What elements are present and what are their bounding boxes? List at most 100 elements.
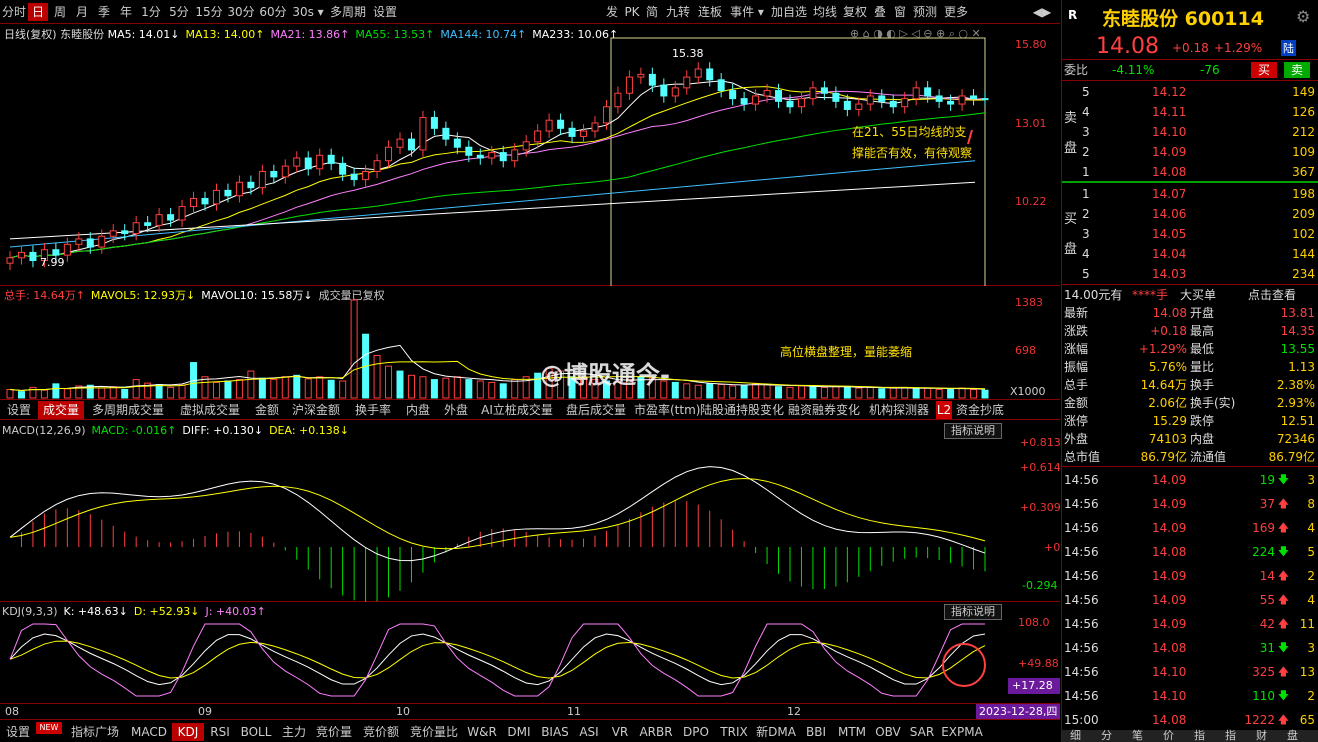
period-13[interactable]: 设置 <box>370 3 400 21</box>
ask-price: 14.11 <box>1152 105 1187 119</box>
volume-bar <box>694 384 702 399</box>
panel-tab-3[interactable]: 价 <box>1163 730 1174 742</box>
volume-bar <box>396 370 404 399</box>
period-8[interactable]: 15分 <box>194 3 224 21</box>
vol-tab-14[interactable]: 机构探测器 <box>864 401 934 419</box>
toolbar-right-12[interactable]: 更多 <box>941 3 971 21</box>
period-6[interactable]: 1分 <box>138 3 164 21</box>
panel-tab-6[interactable]: 财 <box>1256 730 1267 742</box>
period-4[interactable]: 季 <box>94 3 114 21</box>
toolbar-right-5[interactable]: 事件 ▾ <box>727 3 767 21</box>
indicator-tab-19[interactable]: BBI <box>800 723 832 741</box>
panel-tab-7[interactable]: 盘 <box>1287 730 1298 742</box>
indicator-tab-0[interactable]: 设置 <box>2 723 34 741</box>
vol-tab-1[interactable]: 成交量 <box>38 401 84 419</box>
vol-tab-13[interactable]: 融资融券变化 <box>786 401 862 419</box>
toolbar-right-7[interactable]: 均线 <box>811 3 839 21</box>
vol-tab-8[interactable]: 外盘 <box>438 401 474 419</box>
period-5[interactable]: 年 <box>116 3 136 21</box>
vol-tab-2[interactable]: 多周期成交量 <box>86 401 170 419</box>
vol-tab-9[interactable]: AI立桩成交量 <box>476 401 558 419</box>
indicator-tab-7[interactable]: 竞价量 <box>312 723 356 741</box>
toolbar-right-1[interactable]: PK <box>623 3 641 21</box>
indicator-tab-20[interactable]: MTM <box>834 723 870 741</box>
volume-bar <box>476 380 484 399</box>
indicator-tab-8[interactable]: 竞价额 <box>358 723 404 741</box>
indicator-tab-13[interactable]: ASI <box>574 723 604 741</box>
toolbar-right-8[interactable]: 复权 <box>841 3 869 21</box>
toolbar-right-0[interactable]: 发 <box>603 3 621 21</box>
indicator-tab-10[interactable]: W&R <box>464 723 500 741</box>
bigorder-link[interactable]: 点击查看 <box>1248 285 1296 305</box>
period-1[interactable]: 日 <box>28 3 48 21</box>
vol-tab-12[interactable]: 陆股通持股变化 <box>700 401 784 419</box>
vol-tab-10[interactable]: 盘后成交量 <box>560 401 632 419</box>
indicator-tab-12[interactable]: BIAS <box>538 723 572 741</box>
vol-tab-3[interactable]: 虚拟成交量 <box>172 401 248 419</box>
indicator-tab-15[interactable]: ARBR <box>636 723 676 741</box>
toolbar-right-9[interactable]: 叠 <box>871 3 889 21</box>
period-7[interactable]: 5分 <box>166 3 192 21</box>
indicator-tab-23[interactable]: EXPMA <box>940 723 984 741</box>
period-0[interactable]: 分时 <box>2 3 26 21</box>
macd-chart: MACD(12,26,9) MACD: -0.016↑ DIFF: +0.130↓ D… <box>0 420 1061 602</box>
vol-tab-15[interactable]: L2 <box>936 401 952 419</box>
kdj-help-button[interactable]: 指标说明 <box>944 604 1002 620</box>
indicator-tab-17[interactable]: TRIX <box>716 723 752 741</box>
vol-tab-0[interactable]: 设置 <box>2 401 36 419</box>
toolbar-right-2[interactable]: 简 <box>643 3 661 21</box>
period-12[interactable]: 多周期 <box>328 3 368 21</box>
vol-tab-7[interactable]: 内盘 <box>400 401 436 419</box>
indicator-tab-14[interactable]: VR <box>606 723 634 741</box>
stat-label: 量比 <box>1190 360 1215 374</box>
toolbar-right-6[interactable]: 加自选 <box>769 3 809 21</box>
indicator-tab-21[interactable]: OBV <box>872 723 904 741</box>
tick-count: 11 <box>1299 617 1315 631</box>
nav-arrows-icon[interactable]: ◀▶ <box>1030 3 1054 21</box>
vol-tab-6[interactable]: 换手率 <box>348 401 398 419</box>
ask-level: 4 <box>1082 105 1090 119</box>
buy-button[interactable]: 买 <box>1251 62 1277 78</box>
toolbar-right-11[interactable]: 预测 <box>911 3 939 21</box>
vol-tab-4[interactable]: 金额 <box>250 401 284 419</box>
indicator-tab-6[interactable]: 主力 <box>278 723 310 741</box>
panel-tab-2[interactable]: 笔 <box>1132 730 1143 742</box>
indicator-tab-5[interactable]: BOLL <box>236 723 276 741</box>
period-11[interactable]: 30s ▾ <box>290 3 326 21</box>
toolbar-right-10[interactable]: 窗 <box>891 3 909 21</box>
macd-help-button[interactable]: 指标说明 <box>944 423 1002 439</box>
indicator-tab-11[interactable]: DMI <box>502 723 536 741</box>
indicator-tab-1[interactable]: 指标广场 <box>64 723 126 741</box>
bid-level: 2 <box>1082 207 1090 221</box>
panel-tab-0[interactable]: 细 <box>1070 730 1081 742</box>
indicator-tab-9[interactable]: 竞价量比 <box>406 723 462 741</box>
bid-row: 4 14.04 144 <box>1062 244 1318 264</box>
vol-tab-5[interactable]: 沪深金额 <box>286 401 346 419</box>
period-2[interactable]: 周 <box>50 3 70 21</box>
volume-bar <box>121 388 129 399</box>
toolbar-right-4[interactable]: 连板 <box>695 3 725 21</box>
vol-tab-16[interactable]: 资金抄底 <box>954 401 1006 419</box>
indicator-tab-18[interactable]: 新DMA <box>754 723 798 741</box>
candle <box>144 222 152 226</box>
period-9[interactable]: 30分 <box>226 3 256 21</box>
period-3[interactable]: 月 <box>72 3 92 21</box>
volume-bar <box>430 379 438 399</box>
indicator-tab-2[interactable]: MACD <box>128 723 170 741</box>
panel-tab-5[interactable]: 指 <box>1225 730 1236 742</box>
panel-tab-1[interactable]: 分 <box>1101 730 1112 742</box>
indicator-tab-16[interactable]: DPO <box>678 723 714 741</box>
sell-button[interactable]: 卖 <box>1284 62 1310 78</box>
toolbar-right-3[interactable]: 九转 <box>663 3 693 21</box>
tick-price: 14.10 <box>1152 689 1187 703</box>
settings-icon[interactable]: ⚙ <box>1296 7 1310 26</box>
xaxis-10: 10 <box>396 705 410 718</box>
indicator-tab-4[interactable]: RSI <box>206 723 234 741</box>
vol-axis-top: 1383 <box>1015 296 1043 309</box>
period-10[interactable]: 60分 <box>258 3 288 21</box>
panel-tab-4[interactable]: 指 <box>1194 730 1205 742</box>
vol-tab-11[interactable]: 市盈率(ttm) <box>634 401 700 419</box>
stat-row: 外盘 74103 内盘 72346 <box>1062 430 1318 448</box>
indicator-tab-3[interactable]: KDJ <box>172 723 204 741</box>
indicator-tab-22[interactable]: SAR <box>906 723 938 741</box>
